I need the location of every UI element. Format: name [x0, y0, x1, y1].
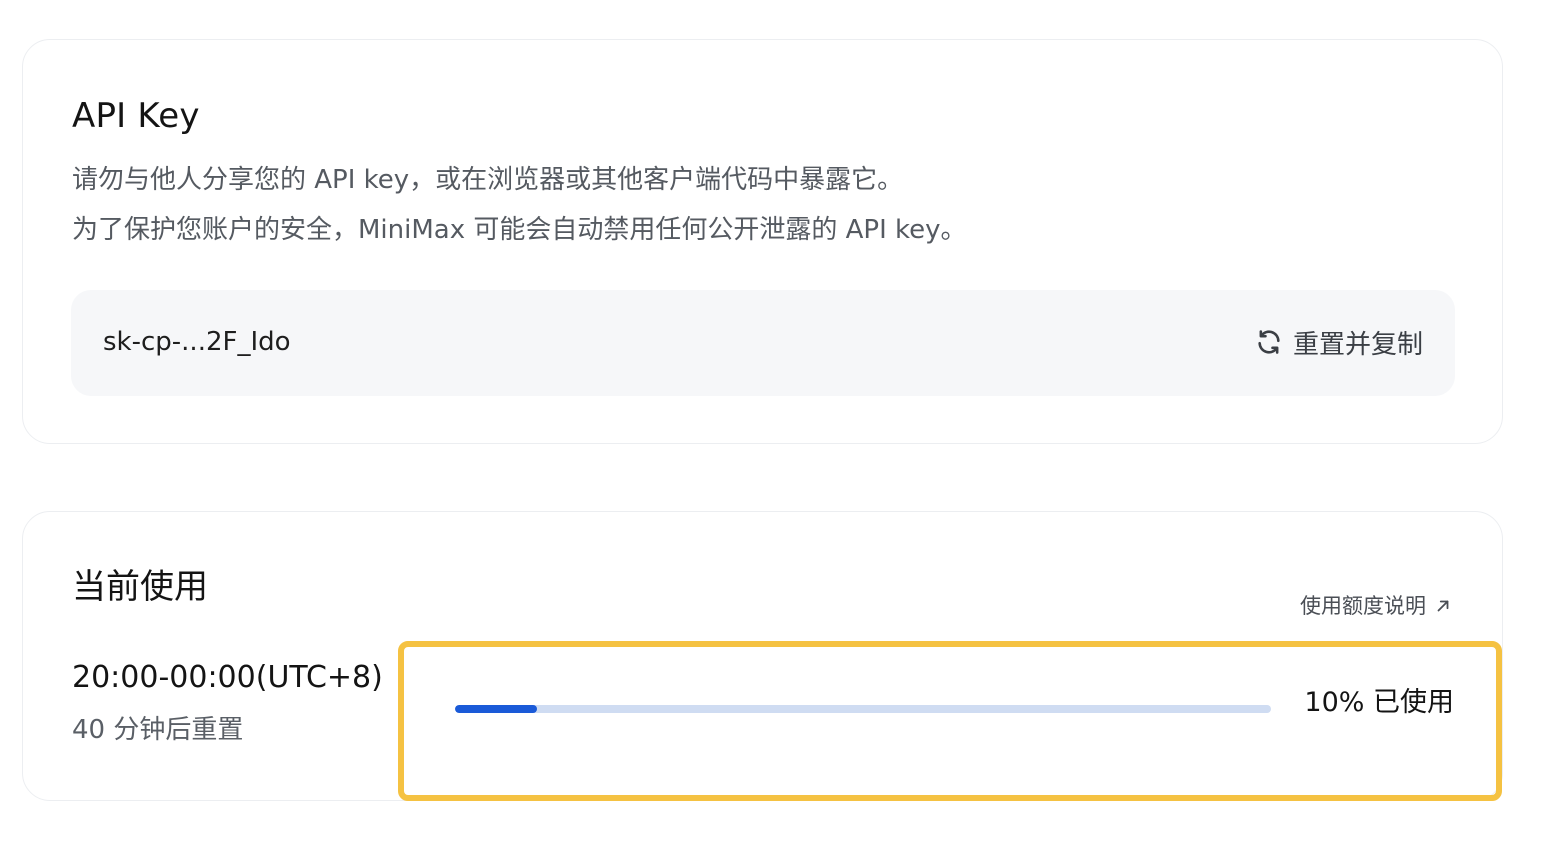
arrow-up-right-icon [1434, 597, 1452, 615]
usage-progress-fill [455, 705, 537, 713]
usage-progress-label: 10% 已使用 [1304, 687, 1454, 718]
quota-explanation-link[interactable]: 使用额度说明 [1300, 592, 1452, 620]
api-key-description-line1: 请勿与他人分享您的 API key，或在浏览器或其他客户端代码中暴露它。 [72, 165, 904, 195]
usage-reset-hint: 40 分钟后重置 [72, 715, 244, 745]
api-key-box: sk-cp-...2F_Ido 重置并复制 [71, 290, 1455, 396]
refresh-icon [1255, 328, 1283, 356]
usage-card: 当前使用 使用额度说明 20:00-00:00(UTC+8) 40 分钟后重置 [22, 511, 1503, 801]
usage-progress-track [455, 705, 1271, 713]
api-key-card: API Key 请勿与他人分享您的 API key，或在浏览器或其他客户端代码中… [22, 39, 1503, 444]
quota-link-label: 使用额度说明 [1300, 594, 1426, 618]
api-key-title: API Key [72, 96, 200, 136]
api-key-description-line2: 为了保护您账户的安全，MiniMax 可能会自动禁用任何公开泄露的 API ke… [72, 215, 967, 245]
api-key-value: sk-cp-...2F_Ido [103, 327, 291, 357]
reset-and-copy-button[interactable]: 重置并复制 [1255, 322, 1423, 362]
usage-title: 当前使用 [72, 567, 208, 607]
reset-button-label: 重置并复制 [1292, 329, 1423, 360]
usage-time-range: 20:00-00:00(UTC+8) [72, 660, 383, 695]
